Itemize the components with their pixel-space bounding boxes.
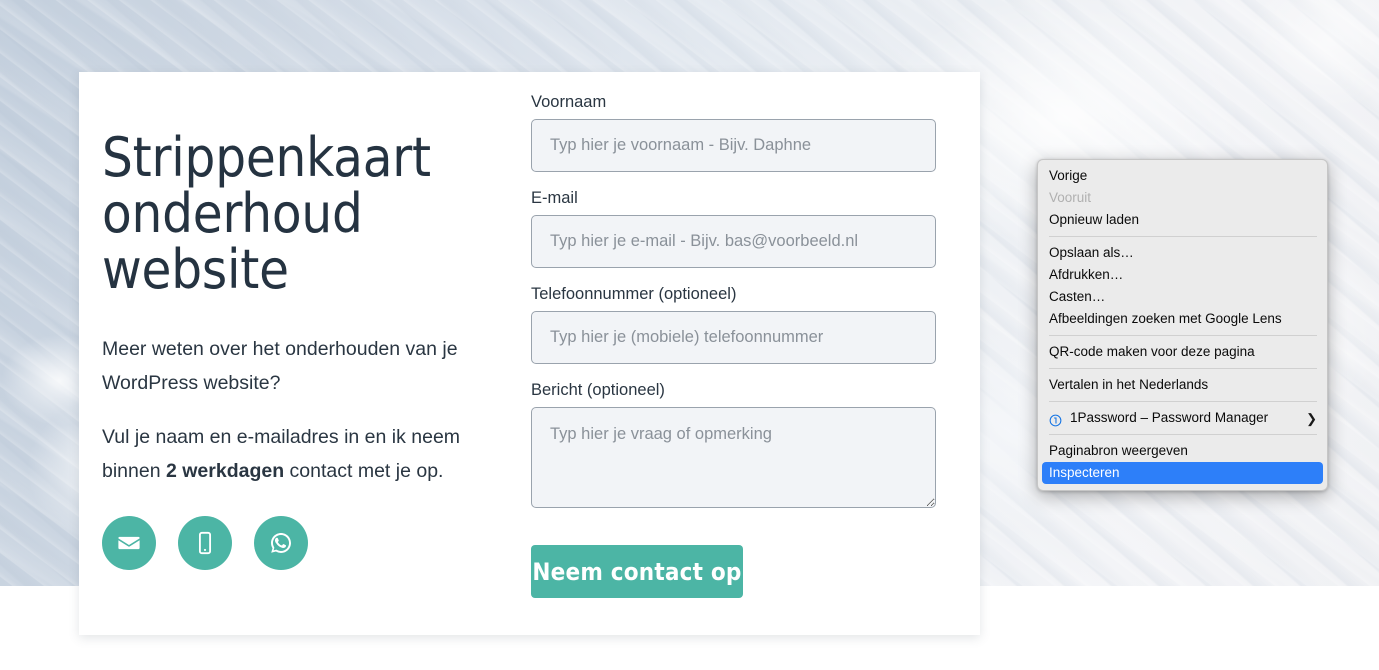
menu-separator (1049, 434, 1317, 435)
menu-item-1password-password-manager[interactable]: 1Password – Password Manager ❯ (1038, 407, 1327, 429)
message-textarea[interactable] (531, 407, 936, 508)
menu-item-label: Vooruit (1049, 190, 1092, 205)
menu-item-vertalen-in-het-nederlands[interactable]: Vertalen in het Nederlands (1038, 374, 1327, 396)
menu-separator (1049, 401, 1317, 402)
intro-paragraph: Meer weten over het onderhouden van je W… (102, 338, 458, 394)
response-time-highlight: 2 werkdagen (165, 460, 285, 482)
social-link-phone[interactable] (178, 516, 232, 570)
email-icon (116, 530, 142, 556)
label-phone: Telefoonnummer (optioneel) (531, 285, 737, 303)
menu-item-label: Opslaan als… (1049, 245, 1134, 260)
social-link-email[interactable] (102, 516, 156, 570)
menu-item-casten[interactable]: Casten… (1038, 286, 1327, 308)
firstname-input[interactable] (531, 119, 936, 172)
menu-item-label: Vorige (1049, 168, 1088, 183)
menu-item-label: Inspecteren (1049, 465, 1120, 480)
menu-item-opslaan-als[interactable]: Opslaan als… (1038, 242, 1327, 264)
response-time-paragraph: Vul je naam en e-mailadres in en ik neem… (102, 420, 482, 488)
menu-item-vorige[interactable]: Vorige (1038, 165, 1327, 187)
label-message: Bericht (optioneel) (531, 381, 665, 399)
social-link-whatsapp[interactable] (254, 516, 308, 570)
menu-item-opnieuw-laden[interactable]: Opnieuw laden (1038, 209, 1327, 231)
menu-item-label: Afbeeldingen zoeken met Google Lens (1049, 311, 1282, 326)
menu-item-label: Vertalen in het Nederlands (1049, 377, 1209, 392)
field-group-phone: Telefoonnummer (optioneel) (531, 284, 956, 364)
menu-item-vooruit: Vooruit (1038, 187, 1327, 209)
submit-button[interactable]: Neem contact op (531, 545, 743, 598)
mobile-phone-icon (192, 530, 218, 556)
context-menu[interactable]: Vorige Vooruit Opnieuw laden Opslaan als… Af… (1037, 159, 1328, 491)
menu-item-afdrukken[interactable]: Afdrukken… (1038, 264, 1327, 286)
onepassword-icon (1049, 412, 1062, 426)
page-title: Strippenkaart onderhoud website (102, 126, 431, 301)
whatsapp-icon (267, 529, 295, 557)
menu-item-label: Opnieuw laden (1049, 212, 1140, 227)
field-group-email: E-mail (531, 188, 956, 268)
menu-item-label: Afdrukken… (1049, 267, 1124, 282)
content-card: Strippenkaart onderhoud website Meer wet… (79, 72, 980, 635)
field-group-message: Bericht (optioneel) (531, 380, 956, 508)
phone-input[interactable] (531, 311, 936, 364)
menu-separator (1049, 335, 1317, 336)
menu-item-afbeeldingen-zoeken-met-google-lens[interactable]: Afbeeldingen zoeken met Google Lens (1038, 308, 1327, 330)
menu-item-qr-code-maken-voor-deze-pagina[interactable]: QR-code maken voor deze pagina (1038, 341, 1327, 363)
contact-form: Voornaam E-mail Telefoonnummer (optionee… (531, 72, 980, 635)
menu-separator (1049, 368, 1317, 369)
chevron-right-icon: ❯ (1306, 410, 1317, 426)
response-time-suffix: contact met je op. (284, 460, 444, 482)
label-email: E-mail (531, 189, 578, 207)
social-links-row (102, 516, 491, 570)
menu-item-label: QR-code maken voor deze pagina (1049, 344, 1255, 359)
field-group-firstname: Voornaam (531, 92, 956, 172)
label-firstname: Voornaam (531, 93, 607, 111)
menu-item-label: Casten… (1049, 289, 1106, 304)
page-root: Strippenkaart onderhoud website Meer wet… (0, 0, 1379, 670)
menu-separator (1049, 236, 1317, 237)
card-left-column: Strippenkaart onderhoud website Meer wet… (79, 72, 531, 635)
email-input[interactable] (531, 215, 936, 268)
menu-item-paginabron-weergeven[interactable]: Paginabron weergeven (1038, 440, 1327, 462)
menu-item-label: 1Password – Password Manager (1070, 410, 1269, 425)
menu-item-inspecteren[interactable]: Inspecteren (1042, 462, 1323, 484)
menu-item-label: Paginabron weergeven (1049, 443, 1188, 458)
